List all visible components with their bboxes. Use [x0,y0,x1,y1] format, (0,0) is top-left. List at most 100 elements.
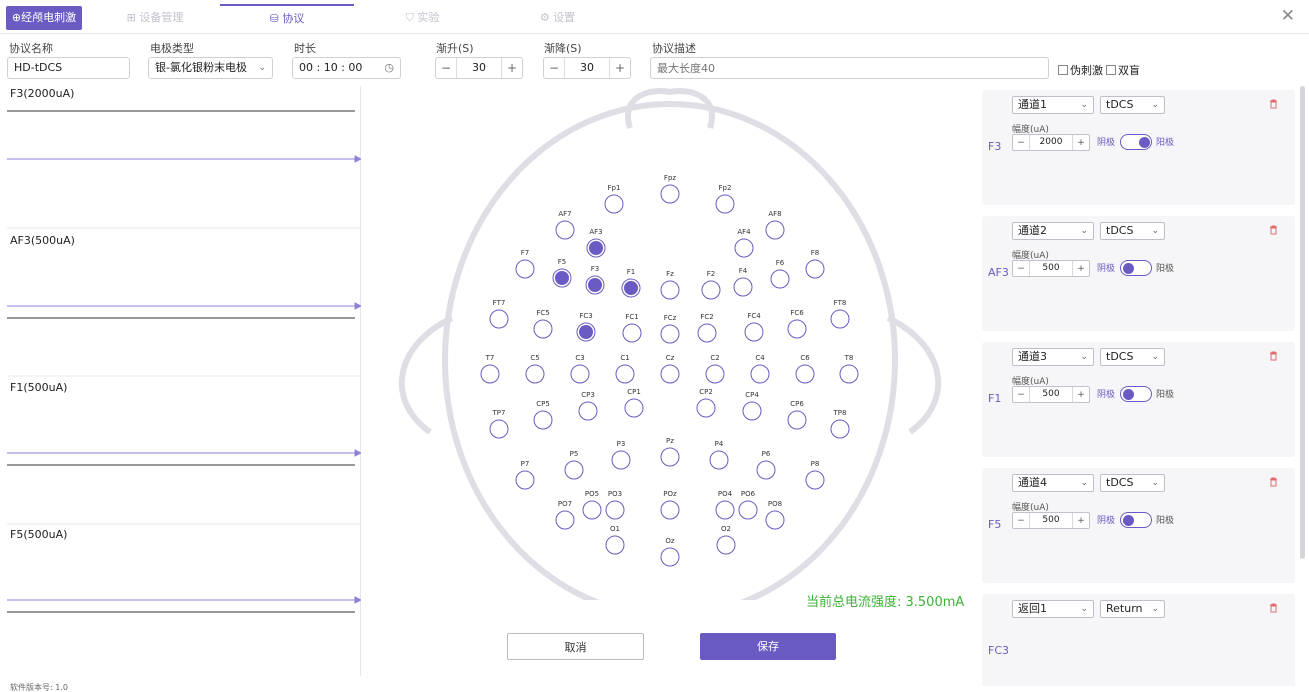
electrode-ring[interactable] [533,319,553,339]
electrode-c4[interactable]: C4 [750,354,770,384]
electrode-po5[interactable]: PO5 [582,490,602,520]
electrode-ring[interactable] [660,364,680,384]
electrode-f8[interactable]: F8 [805,249,825,279]
electrode-fc2[interactable]: FC2 [697,313,717,343]
electrode-ring[interactable] [709,450,729,470]
electrode-cp1[interactable]: CP1 [624,388,644,418]
electrode-p8[interactable]: P8 [805,460,825,490]
electrode-c2[interactable]: C2 [705,354,725,384]
electrode-ring[interactable] [742,401,762,421]
electrode-cp5[interactable]: CP5 [533,400,553,430]
amplitude-value[interactable]: 500 [1029,261,1073,276]
amplitude-decrement-button[interactable]: − [1013,390,1029,400]
amplitude-stepper[interactable]: −500 + [1012,260,1090,277]
electrode-ring[interactable] [787,319,807,339]
electrode-ring[interactable] [660,500,680,520]
channel-select[interactable]: 通道3 ⌄ [1012,348,1094,366]
electrode-ring[interactable] [756,460,776,480]
electrode-po7[interactable]: PO7 [555,500,575,530]
close-icon[interactable]: ✕ [1281,6,1295,26]
mode-select[interactable]: tDCS ⌄ [1100,348,1165,366]
electrode-ring[interactable] [570,364,590,384]
amplitude-decrement-button[interactable]: − [1013,264,1029,274]
electrode-cp2[interactable]: CP2 [696,388,716,418]
electrode-c6[interactable]: C6 [795,354,815,384]
amplitude-stepper[interactable]: −2000 + [1012,134,1090,151]
trash-icon[interactable] [1269,477,1278,487]
electrode-ring[interactable] [525,364,545,384]
electrode-f4[interactable]: F4 [733,267,753,297]
electrode-ring[interactable] [839,364,859,384]
electrode-fc5[interactable]: FC5 [533,309,553,339]
double-blind-checkbox[interactable]: 双盲 [1106,62,1140,78]
electrode-ring[interactable] [582,500,602,520]
amplitude-increment-button[interactable]: + [1073,138,1089,148]
electrode-t7[interactable]: T7 [480,354,500,384]
electrode-ring[interactable] [795,364,815,384]
electrode-ring[interactable] [734,238,754,258]
electrode-f1[interactable]: F1 [621,268,641,298]
electrode-ring[interactable] [805,470,825,490]
electrode-p7[interactable]: P7 [515,460,535,490]
trash-icon[interactable] [1269,99,1278,109]
electrode-ring[interactable] [660,280,680,300]
electrode-af4[interactable]: AF4 [734,228,754,258]
electrode-ring[interactable] [830,419,850,439]
electrode-c3[interactable]: C3 [570,354,590,384]
amplitude-increment-button[interactable]: + [1073,264,1089,274]
electrode-oz[interactable]: Oz [660,537,680,567]
electrode-fc1[interactable]: FC1 [622,313,642,343]
electrode-po4[interactable]: PO4 [715,490,735,520]
electrode-ring[interactable] [701,280,721,300]
electrode-ring[interactable] [750,364,770,384]
polarity-toggle[interactable] [1120,134,1152,150]
electrode-ring[interactable] [604,194,624,214]
electrode-ring[interactable] [660,324,680,344]
amplitude-stepper[interactable]: −500 + [1012,512,1090,529]
electrode-cp6[interactable]: CP6 [787,400,807,430]
polarity-toggle[interactable] [1120,512,1152,528]
electrode-ring[interactable] [697,323,717,343]
electrode-ft7[interactable]: FT7 [489,299,509,329]
electrode-cp4[interactable]: CP4 [742,391,762,421]
electrode-ring[interactable] [611,450,631,470]
electrode-c1[interactable]: C1 [615,354,635,384]
electrode-o2[interactable]: O2 [716,525,736,555]
channel-select[interactable]: 通道1 ⌄ [1012,96,1094,114]
electrode-t8[interactable]: T8 [839,354,859,384]
electrode-ring[interactable] [605,500,625,520]
electrode-ring[interactable] [744,322,764,342]
electrode-po3[interactable]: PO3 [605,490,625,520]
electrode-tp7[interactable]: TP7 [489,409,509,439]
polarity-toggle[interactable] [1120,386,1152,402]
electrode-ring[interactable] [765,510,785,530]
mode-select[interactable]: Return ⌄ [1100,600,1165,618]
electrode-ring[interactable] [765,220,785,240]
mode-select[interactable]: tDCS ⌄ [1100,474,1165,492]
channel-select[interactable]: 返回1 ⌄ [1012,600,1094,618]
amplitude-value[interactable]: 2000 [1029,135,1073,150]
trash-icon[interactable] [1269,225,1278,235]
checkbox-icon[interactable] [1106,65,1116,75]
electrode-pz[interactable]: Pz [660,437,680,467]
electrode-fp1[interactable]: Fp1 [604,184,624,214]
electrode-ring[interactable] [555,510,575,530]
amplitude-value[interactable]: 500 [1029,387,1073,402]
electrode-p3[interactable]: P3 [611,440,631,470]
electrode-ring[interactable] [605,535,625,555]
electrode-ring[interactable] [787,410,807,430]
electrode-fpz[interactable]: Fpz [660,174,680,204]
electrode-ring[interactable] [489,419,509,439]
electrode-ring[interactable] [716,535,736,555]
amplitude-decrement-button[interactable]: − [1013,516,1029,526]
sham-checkbox[interactable]: 伪刺激 [1058,62,1103,78]
electrode-af8[interactable]: AF8 [765,210,785,240]
mode-select[interactable]: tDCS ⌄ [1100,222,1165,240]
trash-icon[interactable] [1269,603,1278,613]
electrode-ring[interactable] [738,500,758,520]
electrode-ring[interactable] [660,184,680,204]
electrode-ring[interactable] [515,470,535,490]
electrode-ring[interactable] [564,460,584,480]
amplitude-decrement-button[interactable]: − [1013,138,1029,148]
electrode-fp2[interactable]: Fp2 [715,184,735,214]
